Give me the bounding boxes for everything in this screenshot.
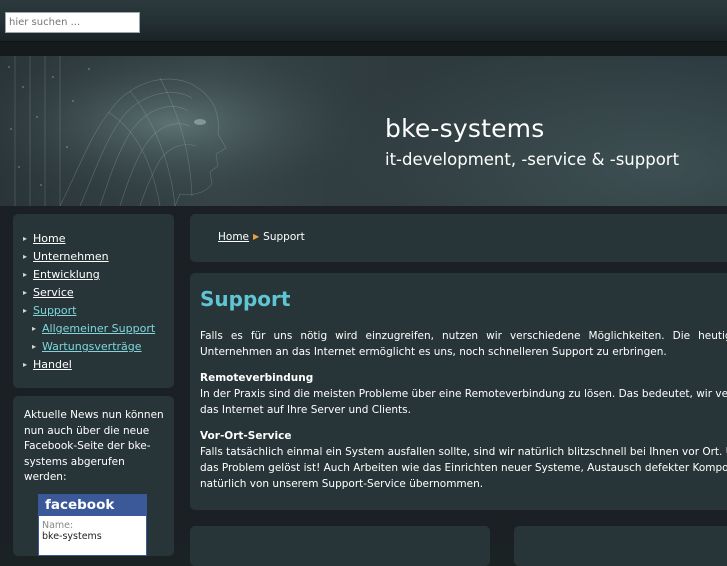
intro-word: heutige bbox=[698, 330, 727, 342]
site-subtitle: it-development, -service & -support bbox=[385, 150, 680, 169]
onsite-heading: Vor-Ort-Service bbox=[200, 430, 292, 442]
onsite-line-2: das Problem gelöst ist! Auch Arbeiten wi… bbox=[200, 462, 727, 474]
sidebar-item-label[interactable]: Entwicklung bbox=[33, 268, 100, 281]
facebook-name-value[interactable]: bke-systems bbox=[39, 531, 146, 542]
sidebar-subitem-allgemeiner-support[interactable]: ▸ Allgemeiner Support bbox=[13, 320, 174, 338]
remote-line-1: In der Praxis sind die meisten Probleme … bbox=[200, 388, 727, 400]
sidebar-item-support[interactable]: ▸ Support bbox=[13, 302, 174, 320]
news-panel: Aktuelle News nun können nun auch über d… bbox=[13, 396, 174, 556]
sidebar-item-label[interactable]: Wartungsverträge bbox=[42, 340, 142, 353]
main-content: Support Falls es für uns nötig wird einzugreif… bbox=[190, 273, 727, 510]
sidebar-item-label[interactable]: Handel bbox=[33, 358, 72, 371]
sidebar-item-label[interactable]: Service bbox=[33, 286, 74, 299]
bottom-panel-left bbox=[190, 526, 490, 566]
intro-word: wir bbox=[486, 330, 502, 342]
search-input[interactable] bbox=[5, 12, 140, 33]
site-header: bke-systems it-development, -service & -… bbox=[0, 56, 727, 206]
sidebar-item-label[interactable]: Allgemeiner Support bbox=[42, 322, 155, 335]
sidebar-item-unternehmen[interactable]: ▸ Unternehmen bbox=[13, 248, 174, 266]
facebook-logo[interactable]: facebook bbox=[39, 495, 146, 516]
breadcrumb: Home ▶ Support bbox=[218, 231, 305, 243]
triangle-right-icon: ▸ bbox=[32, 324, 37, 333]
triangle-right-icon: ▸ bbox=[23, 234, 28, 243]
triangle-right-icon: ▸ bbox=[23, 288, 28, 297]
intro-word: nötig bbox=[300, 330, 328, 342]
nav-list: ▸ Home ▸ Unternehmen ▸ Entwicklung ▸ Ser… bbox=[13, 214, 174, 374]
triangle-right-icon: ▸ bbox=[23, 360, 28, 369]
site-title: bke-systems bbox=[385, 114, 545, 143]
sidebar-subitem-wartungsvertraege[interactable]: ▸ Wartungsverträge bbox=[13, 338, 174, 356]
triangle-right-icon: ▶ bbox=[253, 232, 260, 241]
breadcrumb-home-link[interactable]: Home bbox=[218, 231, 249, 243]
header-band bbox=[0, 42, 727, 56]
sidebar-item-entwicklung[interactable]: ▸ Entwicklung bbox=[13, 266, 174, 284]
intro-word: für bbox=[250, 330, 266, 342]
content-body: Falls es für uns nötig wird einzugreifen, nutze… bbox=[200, 328, 727, 502]
triangle-right-icon: ▸ bbox=[23, 306, 28, 315]
remote-paragraph: Remoteverbindung In der Praxis sind die … bbox=[200, 370, 727, 418]
remote-line-2: das Internet auf Ihre Server und Clients… bbox=[200, 404, 411, 416]
breadcrumb-current: Support bbox=[263, 231, 305, 243]
onsite-line-1: Falls tatsächlich einmal ein System ausf… bbox=[200, 446, 727, 458]
sidebar-item-label[interactable]: Unternehmen bbox=[33, 250, 109, 263]
intro-word: wird bbox=[335, 330, 358, 342]
intro-word: Möglichkeiten. bbox=[588, 330, 665, 342]
intro-word: Falls bbox=[200, 330, 223, 342]
sidebar-item-home[interactable]: ▸ Home bbox=[13, 230, 174, 248]
sidebar-item-label[interactable]: Support bbox=[33, 304, 76, 317]
facebook-name-label: Name: bbox=[42, 520, 74, 531]
sidebar-item-service[interactable]: ▸ Service bbox=[13, 284, 174, 302]
breadcrumb-panel: Home ▶ Support bbox=[190, 214, 727, 262]
top-bar bbox=[0, 0, 727, 42]
triangle-right-icon: ▸ bbox=[23, 270, 28, 279]
triangle-right-icon: ▸ bbox=[32, 342, 37, 351]
intro-word: uns bbox=[273, 330, 293, 342]
intro-line-2: Unternehmen an das Internet ermöglicht e… bbox=[200, 346, 667, 358]
intro-word: einzugreifen, bbox=[365, 330, 434, 342]
sidebar-item-label[interactable]: Home bbox=[33, 232, 65, 245]
intro-word: es bbox=[230, 330, 243, 342]
page-title: Support bbox=[200, 287, 291, 311]
triangle-right-icon: ▸ bbox=[23, 252, 28, 261]
sidebar-nav: ▸ Home ▸ Unternehmen ▸ Entwicklung ▸ Ser… bbox=[13, 214, 174, 388]
sidebar-item-handel[interactable]: ▸ Handel bbox=[13, 356, 174, 374]
intro-paragraph: Falls es für uns nötig wird einzugreifen, nutze… bbox=[200, 328, 727, 360]
intro-word: nutzen bbox=[442, 330, 479, 342]
news-text: Aktuelle News nun können nun auch über d… bbox=[24, 409, 164, 483]
intro-word: Die bbox=[672, 330, 691, 342]
facebook-widget[interactable]: facebook Name: bke-systems bbox=[38, 494, 147, 556]
bottom-panel-right bbox=[514, 526, 727, 566]
face-wireframe-image bbox=[0, 56, 380, 206]
intro-word: verschiedene bbox=[509, 330, 581, 342]
intro-line-1: Falls es für uns nötig wird einzugreifen, nutze… bbox=[200, 328, 727, 344]
onsite-line-3: natürlich von unserem Support-Service üb… bbox=[200, 478, 484, 490]
remote-heading: Remoteverbindung bbox=[200, 372, 314, 384]
onsite-paragraph: Vor-Ort-Service Falls tatsächlich einmal… bbox=[200, 428, 727, 492]
